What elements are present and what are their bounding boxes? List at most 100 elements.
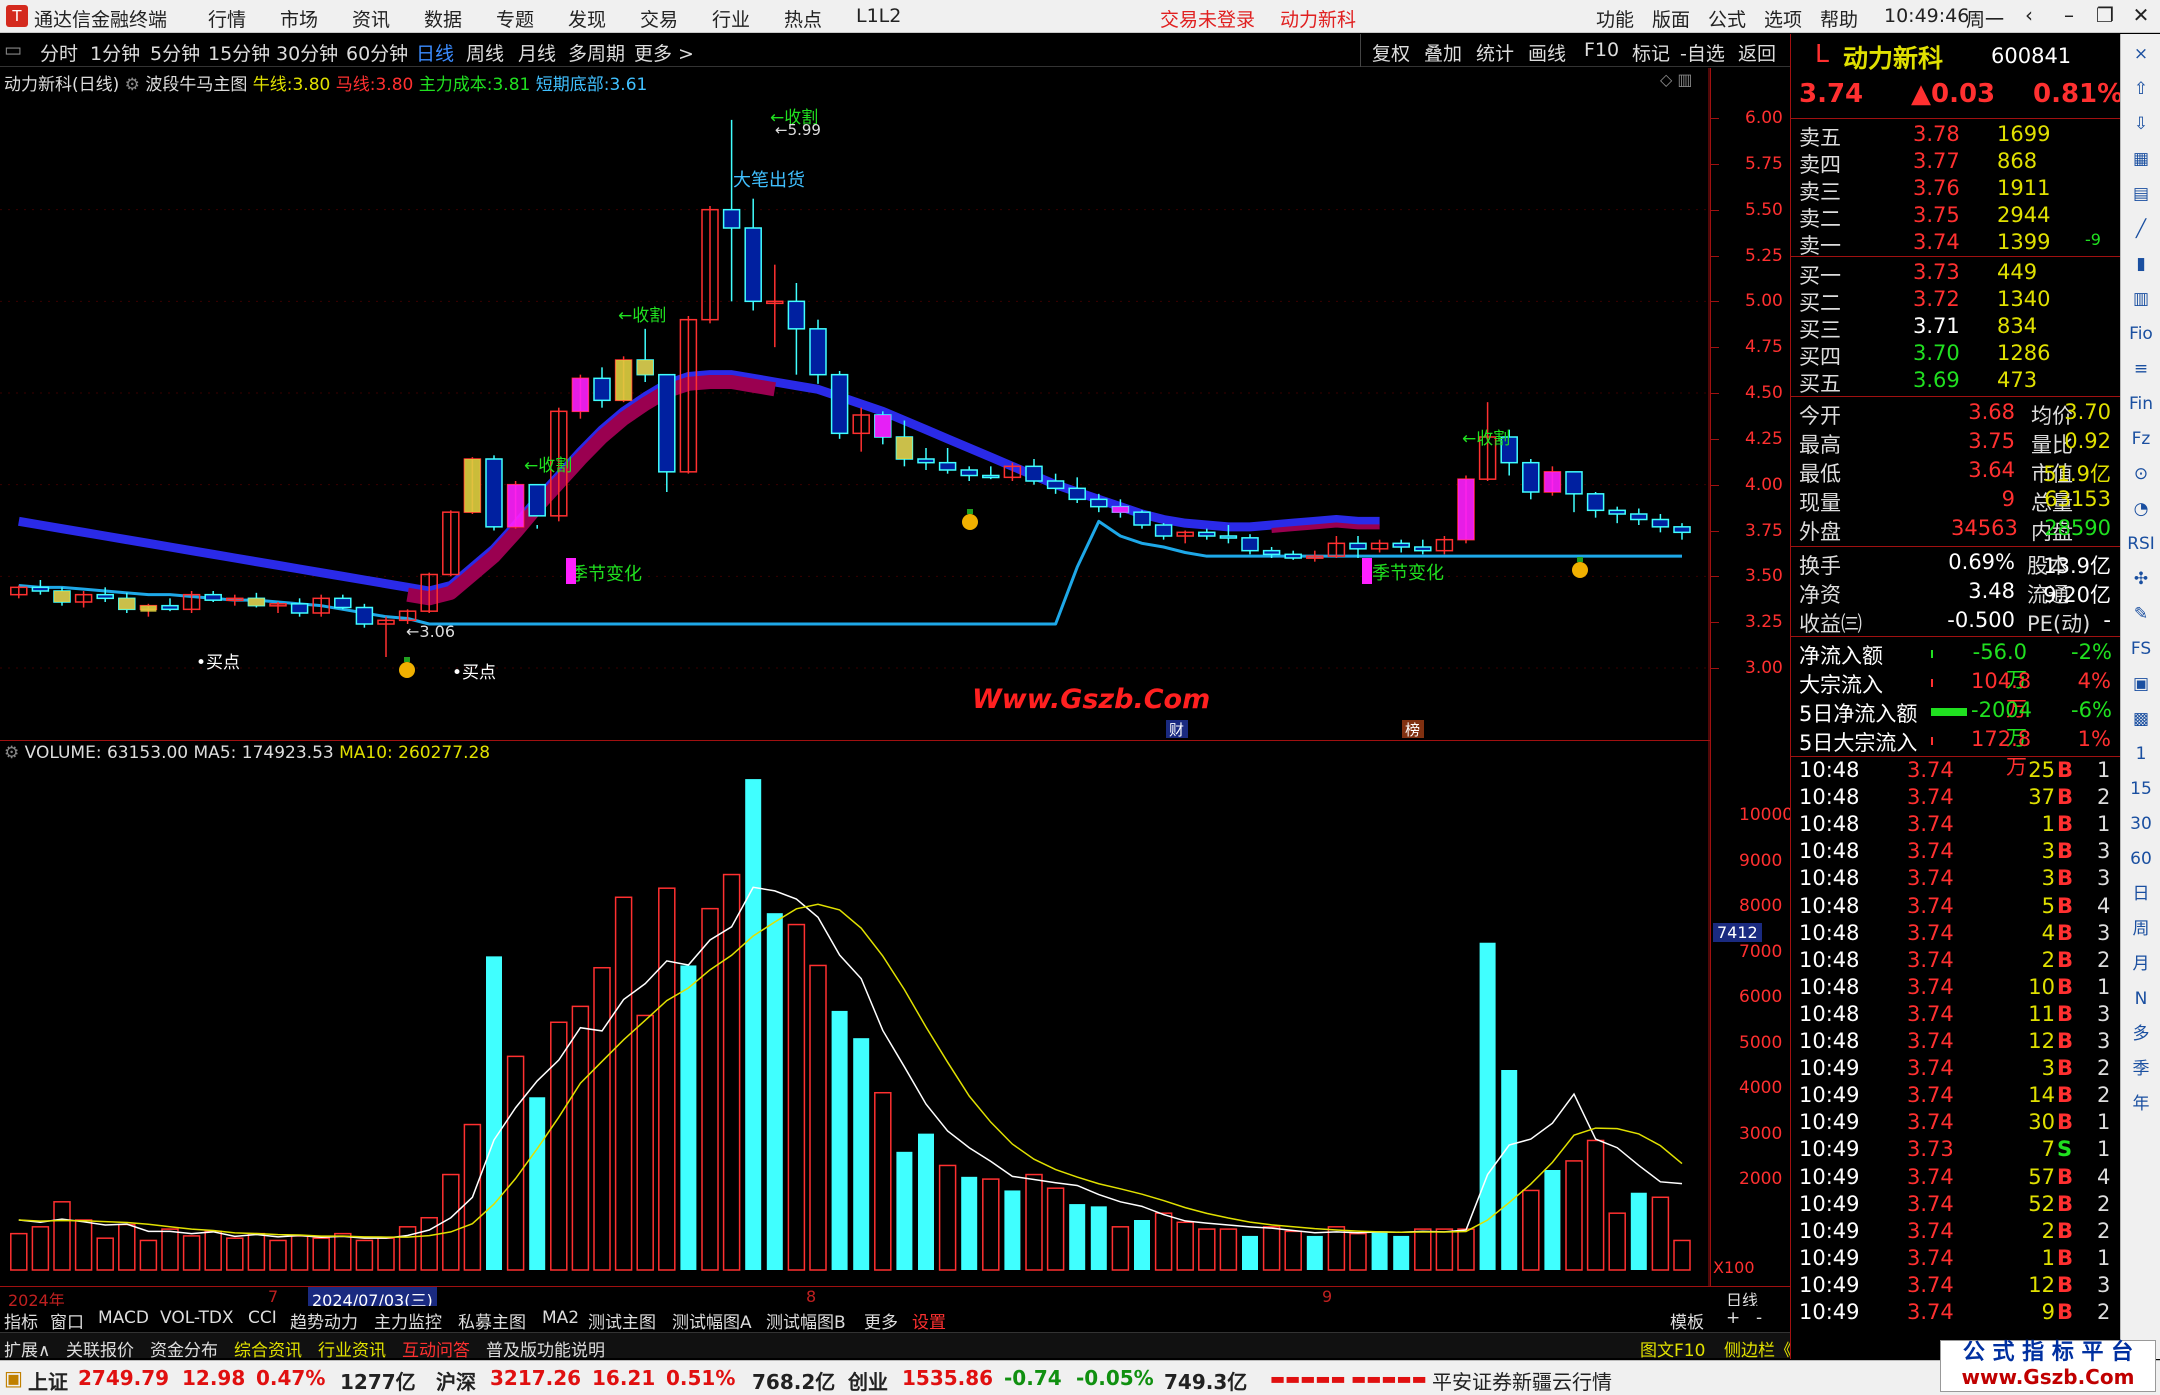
status-icon[interactable]: ▣ <box>4 1366 23 1390</box>
side-tool-icon[interactable]: 15 <box>2127 775 2155 803</box>
side-tool-icon[interactable]: FS <box>2127 635 2155 663</box>
cy-index-label[interactable]: 创业 <box>848 1366 888 1395</box>
side-tool-icon[interactable]: ⇧ <box>2127 75 2155 103</box>
period-monthly[interactable]: 月线 <box>518 39 556 66</box>
restore-icon[interactable]: ❐ <box>2090 3 2120 27</box>
period-60min[interactable]: 60分钟 <box>346 39 408 66</box>
side-tool-icon[interactable]: 周 <box>2127 915 2155 943</box>
ext-puji[interactable]: 普及版功能说明 <box>486 1336 605 1361</box>
server-name[interactable]: 平安证券新疆云行情 <box>1432 1366 1612 1395</box>
sh-index-label[interactable]: 上证 <box>28 1366 68 1395</box>
menu-item-shuju[interactable]: 数据 <box>424 5 462 32</box>
side-tool-icon[interactable]: 季 <box>2127 1055 2155 1083</box>
side-tool-icon[interactable]: ◔ <box>2127 495 2155 523</box>
period-1min[interactable]: 1分钟 <box>90 39 140 66</box>
menu-item-banmian[interactable]: 版面 <box>1652 5 1690 32</box>
ext-sidebar[interactable]: 侧边栏《 <box>1724 1336 1792 1361</box>
side-tool-icon[interactable]: ▮ <box>2127 250 2155 278</box>
side-tool-icon[interactable]: 日 <box>2127 880 2155 908</box>
side-tool-icon[interactable]: 30 <box>2127 810 2155 838</box>
back-icon[interactable]: ‹ <box>2014 3 2044 27</box>
tab-chuangkou[interactable]: 窗口 <box>50 1308 84 1333</box>
tab-qushi[interactable]: 趋势动力 <box>290 1308 358 1333</box>
menu-item-jiaoyi[interactable]: 交易 <box>640 5 678 32</box>
menu-item-hangye[interactable]: 行业 <box>712 5 750 32</box>
volume-chart[interactable]: ⚙ VOLUME: 63153.00 MA5: 174923.53 MA10: … <box>0 740 1710 1286</box>
ext-hudong[interactable]: 互动问答 <box>402 1336 470 1361</box>
side-tool-icon[interactable]: ╱ <box>2127 215 2155 243</box>
tab-zhuli[interactable]: 主力监控 <box>374 1308 442 1333</box>
tool-huaxian[interactable]: 画线 <box>1528 39 1566 66</box>
side-tool-icon[interactable]: ▥ <box>2127 285 2155 313</box>
tab-macd[interactable]: MACD <box>98 1308 149 1328</box>
ext-hangye[interactable]: 行业资讯 <box>318 1336 386 1361</box>
period-daily[interactable]: 日线 <box>416 39 454 66</box>
side-tool-icon[interactable]: Fin <box>2127 390 2155 418</box>
tab-cci[interactable]: CCI <box>248 1308 277 1328</box>
side-tool-icon[interactable]: 年 <box>2127 1090 2155 1118</box>
side-tool-icon[interactable]: ≡ <box>2127 355 2155 383</box>
tab-ceshi-main[interactable]: 测试主图 <box>588 1308 656 1333</box>
tab-more[interactable]: 更多 <box>864 1308 898 1333</box>
side-tool-icon[interactable]: N <box>2127 985 2155 1013</box>
period-more[interactable]: 更多 > <box>634 39 694 66</box>
tab-zhibiao[interactable]: 指标 <box>4 1308 38 1333</box>
side-tool-icon[interactable]: Fio <box>2127 320 2155 348</box>
period-multi[interactable]: 多周期 <box>568 39 625 66</box>
menu-item-gongneng[interactable]: 功能 <box>1596 5 1634 32</box>
menu-item-hangqing[interactable]: 行情 <box>208 5 246 32</box>
side-tool-icon[interactable]: 1 <box>2127 740 2155 768</box>
tool-zixuan[interactable]: -自选 <box>1680 39 1725 66</box>
template-button[interactable]: 模板 <box>1670 1308 1704 1333</box>
menu-item-redian[interactable]: 热点 <box>784 5 822 32</box>
period-5min[interactable]: 5分钟 <box>150 39 200 66</box>
period-fenshi[interactable]: 分时 <box>40 39 78 66</box>
tab-ceshi-a[interactable]: 测试幅图A <box>672 1308 752 1333</box>
remove-pane-button[interactable]: - <box>1756 1308 1762 1328</box>
tool-biaoji[interactable]: 标记 <box>1632 39 1670 66</box>
tab-vol-tdx[interactable]: VOL-TDX <box>160 1308 234 1328</box>
side-tool-icon[interactable]: × <box>2127 40 2155 68</box>
side-tool-icon[interactable]: ✣ <box>2127 565 2155 593</box>
period-weekly[interactable]: 周线 <box>466 39 504 66</box>
close-icon[interactable]: ✕ <box>2126 3 2156 27</box>
tool-diejia[interactable]: 叠加 <box>1424 39 1462 66</box>
side-tool-icon[interactable]: ⊙ <box>2127 460 2155 488</box>
side-tool-icon[interactable]: RSI <box>2127 530 2155 558</box>
ext-zonghe[interactable]: 综合资讯 <box>234 1336 302 1361</box>
menu-item-xuanxiang[interactable]: 选项 <box>1764 5 1802 32</box>
menu-item-gongshi[interactable]: 公式 <box>1708 5 1746 32</box>
market-breadth-icon[interactable]: ▬▬▬▬▬ ▬▬▬▬▬ <box>1270 1369 1427 1388</box>
tool-f10[interactable]: F10 <box>1584 39 1619 61</box>
side-tool-icon[interactable]: ▩ <box>2127 705 2155 733</box>
tool-fuquan[interactable]: 复权 <box>1372 39 1410 66</box>
main-kline-chart[interactable]: 动力新科(日线) ⚙ 波段牛马主图 牛线:3.80 马线:3.80 主力成本:3… <box>0 68 1710 740</box>
ext-zijin[interactable]: 资金分布 <box>150 1336 218 1361</box>
menu-item-zixun[interactable]: 资讯 <box>352 5 390 32</box>
tab-simu[interactable]: 私募主图 <box>458 1308 526 1333</box>
add-pane-button[interactable]: + <box>1726 1308 1740 1328</box>
side-tool-icon[interactable]: ▤ <box>2127 180 2155 208</box>
side-tool-icon[interactable]: ⇩ <box>2127 110 2155 138</box>
menu-item-zhuanti[interactable]: 专题 <box>496 5 534 32</box>
trade-login-notice[interactable]: 交易未登录 <box>1160 5 1255 32</box>
minimize-icon[interactable]: – <box>2054 3 2084 27</box>
menu-item-shichang[interactable]: 市场 <box>280 5 318 32</box>
side-tool-icon[interactable]: 月 <box>2127 950 2155 978</box>
tool-tongji[interactable]: 统计 <box>1476 39 1514 66</box>
side-tool-icon[interactable]: ▣ <box>2127 670 2155 698</box>
side-tool-icon[interactable]: 多 <box>2127 1020 2155 1048</box>
menu-item-faxian[interactable]: 发现 <box>568 5 606 32</box>
tab-settings[interactable]: 设置 <box>912 1308 946 1333</box>
menu-item-bangzhu[interactable]: 帮助 <box>1820 5 1858 32</box>
side-tool-icon[interactable]: 60 <box>2127 845 2155 873</box>
hs-index-label[interactable]: 沪深 <box>436 1366 476 1395</box>
collapse-icon[interactable]: ▭ <box>4 39 22 61</box>
ext-f10[interactable]: 图文F10 <box>1640 1336 1705 1361</box>
period-30min[interactable]: 30分钟 <box>276 39 338 66</box>
period-15min[interactable]: 15分钟 <box>208 39 270 66</box>
tab-ceshi-b[interactable]: 测试幅图B <box>766 1308 846 1333</box>
side-tool-icon[interactable]: ✎ <box>2127 600 2155 628</box>
ext-toggle[interactable]: 扩展∧ <box>4 1336 50 1361</box>
side-tool-icon[interactable]: ▦ <box>2127 145 2155 173</box>
